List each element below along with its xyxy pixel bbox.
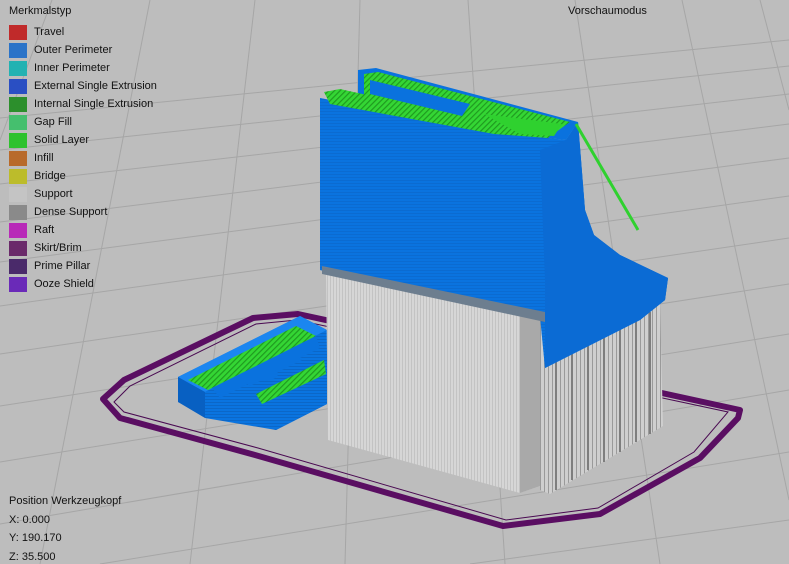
legend-label: Solid Layer [34, 134, 90, 146]
legend-item[interactable]: Infill [9, 149, 157, 167]
legend-swatch [9, 276, 27, 292]
legend-item[interactable]: External Single Extrusion [9, 77, 157, 95]
legend-item[interactable]: Internal Single Extrusion [9, 95, 157, 113]
legend-label: Prime Pillar [34, 260, 91, 272]
legend-swatch [9, 150, 27, 166]
small-part [178, 316, 327, 430]
legend-swatch [9, 78, 27, 94]
legend-label: Raft [34, 224, 55, 236]
legend-swatch [9, 204, 27, 220]
legend-item[interactable]: Solid Layer [9, 131, 157, 149]
legend-swatch [9, 114, 27, 130]
legend-label: Support [34, 188, 73, 200]
legend-title: Merkmalstyp [9, 5, 72, 17]
legend-item[interactable]: Inner Perimeter [9, 59, 157, 77]
legend-label: External Single Extrusion [34, 80, 157, 92]
legend-label: Travel [34, 26, 65, 38]
legend-label: Dense Support [34, 206, 108, 218]
feature-type-legend: Travel Outer Perimeter Inner Perimeter Exte… [9, 23, 157, 293]
legend-item[interactable]: Prime Pillar [9, 257, 157, 275]
legend-item[interactable]: Support [9, 185, 157, 203]
legend-swatch [9, 60, 27, 76]
position-x: X: 0.000 [9, 513, 50, 526]
legend-swatch [9, 186, 27, 202]
legend-label: Outer Perimeter [34, 44, 113, 56]
legend-swatch [9, 168, 27, 184]
legend-item[interactable]: Outer Perimeter [9, 41, 157, 59]
position-z: Z: 35.500 [9, 550, 56, 563]
legend-swatch [9, 42, 27, 58]
legend-item[interactable]: Gap Fill [9, 113, 157, 131]
legend-swatch [9, 96, 27, 112]
legend-label: Internal Single Extrusion [34, 98, 154, 110]
legend-item[interactable]: Travel [9, 23, 157, 41]
legend-label: Bridge [34, 170, 66, 182]
legend-swatch [9, 222, 27, 238]
position-title: Position Werkzeugkopf [9, 495, 122, 507]
legend-label: Gap Fill [34, 116, 72, 128]
legend-item[interactable]: Ooze Shield [9, 275, 157, 293]
legend-label: Infill [34, 152, 54, 164]
legend-swatch [9, 240, 27, 256]
legend-swatch [9, 132, 27, 148]
legend-item[interactable]: Bridge [9, 167, 157, 185]
legend-item[interactable]: Dense Support [9, 203, 157, 221]
legend-item[interactable]: Raft [9, 221, 157, 239]
view-mode-label: Vorschaumodus [568, 5, 647, 17]
legend-label: Ooze Shield [34, 278, 94, 290]
legend-item[interactable]: Skirt/Brim [9, 239, 157, 257]
legend-label: Inner Perimeter [34, 62, 110, 74]
legend-swatch [9, 258, 27, 274]
position-y: Y: 190.170 [9, 532, 62, 544]
toolhead-position-panel: Position Werkzeugkopf X: 0.000 Y: 190.17… [9, 492, 121, 564]
legend-swatch [9, 24, 27, 40]
preview-viewport[interactable]: Merkmalstyp Vorschaumodus Travel Outer Pe… [0, 0, 789, 564]
legend-label: Skirt/Brim [34, 242, 82, 254]
